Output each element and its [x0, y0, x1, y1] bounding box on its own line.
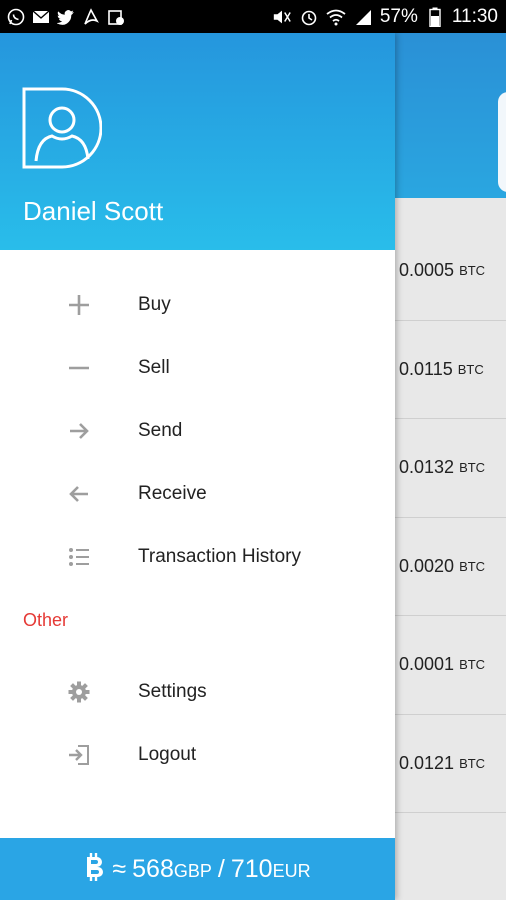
list-item: 0.0020 BTC	[395, 518, 506, 616]
plus-icon	[66, 292, 92, 318]
gbp-value: 568	[132, 854, 174, 883]
battery-icon	[425, 7, 445, 27]
user-name: Daniel Scott	[23, 196, 164, 226]
mail-icon	[31, 7, 50, 26]
notification-icons	[0, 7, 125, 26]
menu-item-label: Logout	[138, 743, 197, 765]
unit: BTC	[459, 460, 486, 476]
menu-item-label: Settings	[138, 680, 207, 702]
avatar[interactable]	[22, 87, 103, 169]
unit: BTC	[459, 558, 486, 574]
bitcoin-icon	[84, 852, 106, 887]
mute-icon	[272, 7, 292, 27]
menu-item-label: Send	[138, 419, 183, 441]
amount: 0.0001	[399, 654, 455, 675]
menu-item-logout[interactable]: Logout	[0, 723, 395, 786]
minus-icon	[66, 355, 92, 381]
amount: 0.0005	[399, 260, 455, 281]
amount: 0.0121	[399, 752, 455, 773]
arrow-left-icon	[66, 481, 92, 507]
rate-separator: /	[217, 854, 225, 883]
menu-item-send[interactable]: Send	[0, 399, 395, 462]
system-status: 57% 11:30	[272, 6, 506, 28]
amount: 0.0132	[399, 457, 455, 478]
alarm-icon	[299, 7, 319, 27]
list-icon	[66, 544, 92, 570]
menu-item-label: Transaction History	[138, 545, 301, 567]
unit: BTC	[457, 361, 484, 377]
menu-item-sell[interactable]: Sell	[0, 336, 395, 399]
status-bar: 57% 11:30	[0, 0, 506, 33]
menu-item-label: Sell	[138, 356, 170, 378]
list-item: 0.0005 BTC	[395, 222, 506, 321]
arrow-right-icon	[66, 418, 92, 444]
wifi-icon	[326, 7, 346, 27]
section-header-other: Other	[23, 610, 69, 630]
menu-item-label: Receive	[138, 482, 207, 504]
list-item: 0.0001 BTC	[395, 616, 506, 715]
logout-icon	[66, 742, 92, 768]
clock: 11:30	[451, 5, 498, 27]
list-item: 0.0132 BTC	[395, 419, 506, 518]
approx-symbol: ≈	[112, 854, 127, 883]
drawer-header: Daniel Scott	[0, 33, 395, 250]
exchange-rate-footer: ≈ 568GBP / 710EUR	[0, 838, 395, 900]
user-avatar-icon	[22, 87, 103, 169]
menu-item-receive[interactable]: Receive	[0, 462, 395, 525]
battery-percent: 57%	[379, 5, 418, 27]
amount: 0.0020	[399, 555, 455, 576]
eur-rate: 710EUR	[231, 855, 311, 884]
background-transaction-list: 0.0005 BTC 0.0115 BTC 0.0132 BTC 0.0020 BTC …	[395, 222, 506, 813]
signal-icon	[353, 7, 373, 27]
background-header	[395, 33, 506, 198]
eur-unit: EUR	[272, 860, 311, 881]
menu-item-transaction-history[interactable]: Transaction History	[0, 525, 395, 588]
eur-value: 710	[230, 854, 273, 883]
navigation-drawer: Daniel Scott Buy Sell Send Receive Trans…	[0, 33, 395, 900]
gbp-unit: GBP	[173, 860, 212, 881]
unit: BTC	[459, 657, 486, 673]
list-item: 0.0115 BTC	[395, 321, 506, 419]
unit: BTC	[459, 755, 486, 771]
gbp-rate: 568GBP	[132, 855, 212, 884]
calendar-icon	[106, 7, 125, 26]
twitter-icon	[56, 7, 75, 26]
background-card-edge	[498, 92, 506, 192]
amount: 0.0115	[399, 358, 453, 379]
menu-item-settings[interactable]: Settings	[0, 660, 395, 723]
menu-item-label: Buy	[138, 293, 171, 315]
menu-item-buy[interactable]: Buy	[0, 273, 395, 336]
whatsapp-icon	[6, 7, 25, 26]
pdf-icon	[81, 7, 100, 26]
unit: BTC	[459, 263, 486, 279]
gear-icon	[66, 679, 92, 705]
list-item: 0.0121 BTC	[395, 715, 506, 813]
